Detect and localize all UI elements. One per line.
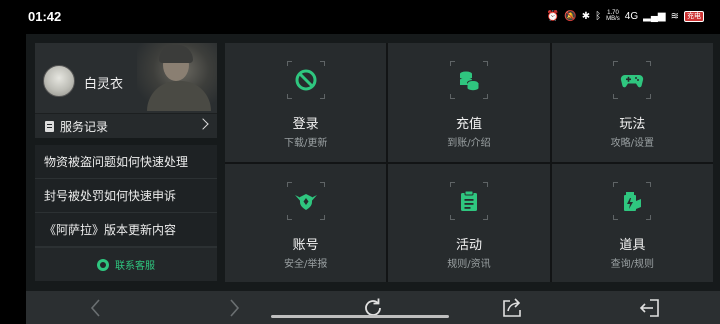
events-tile[interactable]: 活动 规则/资讯 [388,163,550,282]
tile-title: 充值 [455,117,482,132]
status-icons: ⏰ 🔕 ✱ ᛒ 1.70 MB/s 4G ▂▄▆ ≋ 充电 [547,10,704,22]
faq-item[interactable]: 物资被盗问题如何快速处理 [35,145,217,179]
headset-icon [97,258,109,271]
gameplay-tile[interactable]: 玩法 攻略/设置 [551,43,713,162]
share-icon [503,298,521,317]
tile-subtitle: 查询/规则 [610,258,654,270]
battery-item-icon [613,181,652,220]
tile-subtitle: 攻略/设置 [610,138,654,149]
character-portrait [137,43,217,111]
tile-title: 玩法 [619,117,646,132]
contact-support-label: 联系客服 [115,261,155,272]
network-type: 4G [624,10,639,22]
profile-card: 白灵衣 服务记录 [35,43,217,138]
home-indicator[interactable] [271,315,449,318]
back-icon [90,299,100,317]
signal-icon: ▂▄▆ [643,10,666,22]
tile-title: 登录 [292,117,319,132]
tile-subtitle: 安全/举报 [283,258,328,270]
faq-item[interactable]: 封号被处罚如何快速申诉 [35,179,217,213]
service-record-label: 服务记录 [60,119,109,134]
clipboard-icon [449,181,488,220]
network-speed: 1.70 MB/s [606,10,620,22]
recharge-tile[interactable]: 充值 到账/介绍 [388,43,550,162]
username: 白灵衣 [84,77,124,92]
wifi-icon: ≋ [670,10,679,22]
bluetooth-icon: ᛒ [595,10,602,22]
nfc-icon: ✱ [581,10,591,22]
tile-subtitle: 到账/介绍 [447,138,491,149]
exit-button[interactable] [638,296,662,320]
ban-icon [286,61,325,99]
alarm-icon: ⏰ [546,10,560,22]
mute-icon: 🔕 [564,10,577,22]
share-button[interactable] [500,296,524,320]
forward-icon [230,299,240,317]
chevron-right-icon [197,118,209,130]
forward-button[interactable] [222,296,246,320]
account-tile[interactable]: 账号 安全/举报 [225,163,387,282]
back-button[interactable] [84,296,108,320]
gamepad-icon [613,61,652,99]
faq-item[interactable]: 《阿萨拉》版本更新内容 [35,213,217,247]
status-time: 01:42 [28,9,62,24]
wings-shield-icon [286,181,325,220]
service-record-button[interactable]: 服务记录 [35,113,217,138]
browser-nav-bar [26,291,720,324]
exit-icon [639,299,659,317]
status-bar: 01:42 ⏰ 🔕 ✱ ᛒ 1.70 MB/s 4G ▂▄▆ ≋ 充电 [0,0,720,34]
coins-icon [449,61,488,99]
service-grid: 登录 下载/更新 充值 到账/介绍 玩法 攻略/设置 账号 安全/举报 活动 规… [225,43,713,282]
tile-subtitle: 下载/更新 [283,138,328,149]
tile-title: 账号 [292,237,319,253]
contact-support-button[interactable]: 联系客服 [35,247,217,281]
faq-list: 物资被盗问题如何快速处理 封号被处罚如何快速申诉 《阿萨拉》版本更新内容 联系客… [35,145,217,281]
battery-icon: 充电 [684,10,704,22]
speed-unit: MB/s [606,16,620,22]
avatar[interactable] [43,65,75,97]
login-tile[interactable]: 登录 下载/更新 [225,43,387,162]
record-icon [45,120,54,132]
tile-subtitle: 规则/资讯 [447,258,491,270]
items-tile[interactable]: 道具 查询/规则 [551,163,713,282]
tile-title: 道具 [619,237,646,253]
app-panel: 白灵衣 服务记录 物资被盗问题如何快速处理 封号被处罚如何快速申诉 《阿萨拉》版… [26,34,720,291]
tile-title: 活动 [455,237,482,253]
